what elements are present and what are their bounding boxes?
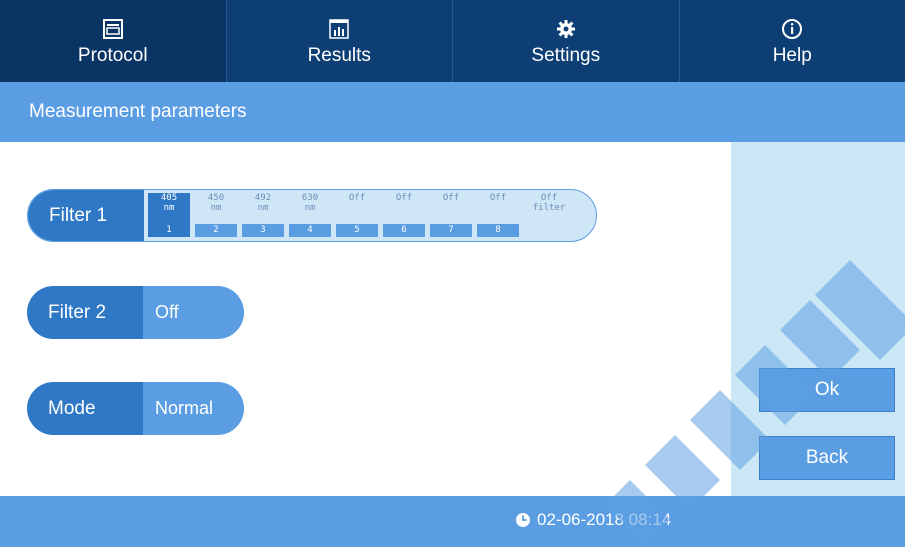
filter-slot-wavelength: 492 <box>242 193 284 203</box>
filter-slot-1[interactable]: 405 nm 1 <box>148 193 190 237</box>
filter-slot-unit: nm <box>289 203 331 213</box>
gear-icon <box>555 15 577 43</box>
mode-label: Mode <box>27 382 143 435</box>
filter-slot-number: 2 <box>195 224 237 237</box>
info-icon <box>781 15 803 43</box>
filter-slot-wavelength: Off <box>430 193 472 203</box>
filter1-slots: 405 nm 1 450 nm 2 492 nm 3 630 nm 4 Off … <box>144 190 596 241</box>
filter-slot-5[interactable]: Off 5 <box>336 193 378 237</box>
status-bar <box>0 496 905 547</box>
filter1-selector[interactable]: Filter 1 405 nm 1 450 nm 2 492 nm 3 630 … <box>27 189 597 242</box>
mode-selector[interactable]: Mode Normal <box>27 382 244 435</box>
filter-slot-off-filter[interactable]: Off filter <box>528 193 570 237</box>
filter-slot-6[interactable]: Off 6 <box>383 193 425 237</box>
filter-slot-wavelength: Off <box>383 193 425 203</box>
tab-protocol-label: Protocol <box>78 45 148 67</box>
filter-slot-number: 8 <box>477 224 519 237</box>
filter-slot-4[interactable]: 630 nm 4 <box>289 193 331 237</box>
protocol-icon <box>102 15 124 43</box>
filter-slot-number: 5 <box>336 224 378 237</box>
datetime-display: 02-06-2018 08:14 <box>515 510 671 530</box>
results-chart-icon <box>328 15 350 43</box>
filter-slot-unit: nm <box>195 203 237 213</box>
filter-slot-number: 3 <box>242 224 284 237</box>
filter-slot-3[interactable]: 492 nm 3 <box>242 193 284 237</box>
filter-slot-unit: nm <box>148 203 190 213</box>
filter-slot-unit: nm <box>242 203 284 213</box>
filter1-label: Filter 1 <box>28 190 144 241</box>
tab-results-label: Results <box>308 45 371 67</box>
tab-settings-label: Settings <box>531 45 600 67</box>
filter2-selector[interactable]: Filter 2 Off <box>27 286 244 339</box>
filter2-value: Off <box>143 286 244 339</box>
filter2-label: Filter 2 <box>27 286 143 339</box>
tab-help-label: Help <box>773 45 812 67</box>
filter-slot-number: 4 <box>289 224 331 237</box>
page-title: Measurement parameters <box>29 101 247 123</box>
back-button[interactable]: Back <box>759 436 895 480</box>
filter-slot-wavelength: 450 <box>195 193 237 203</box>
tab-help[interactable]: Help <box>680 0 905 82</box>
tab-settings[interactable]: Settings <box>453 0 680 82</box>
ok-button[interactable]: Ok <box>759 368 895 412</box>
tab-results[interactable]: Results <box>227 0 454 82</box>
mode-value: Normal <box>143 382 244 435</box>
filter-slot-wavelength: Off <box>477 193 519 203</box>
tab-protocol[interactable]: Protocol <box>0 0 227 82</box>
filter-slot-number: 7 <box>430 224 472 237</box>
filter-slot-number: 6 <box>383 224 425 237</box>
filter-slot-number: 1 <box>148 224 190 237</box>
filter-slot-wavelength: Off <box>336 193 378 203</box>
clock-icon <box>515 512 531 528</box>
filter-slot-wavelength: Off <box>528 193 570 203</box>
filter-slot-unit: filter <box>528 203 570 213</box>
top-navigation: Protocol Results Settings Help <box>0 0 905 82</box>
datetime-text: 02-06-2018 08:14 <box>537 510 671 530</box>
filter-slot-8[interactable]: Off 8 <box>477 193 519 237</box>
filter-slot-wavelength: 630 <box>289 193 331 203</box>
page-title-bar: Measurement parameters <box>0 82 905 142</box>
filter-slot-7[interactable]: Off 7 <box>430 193 472 237</box>
filter-slot-2[interactable]: 450 nm 2 <box>195 193 237 237</box>
filter-slot-wavelength: 405 <box>148 193 190 203</box>
